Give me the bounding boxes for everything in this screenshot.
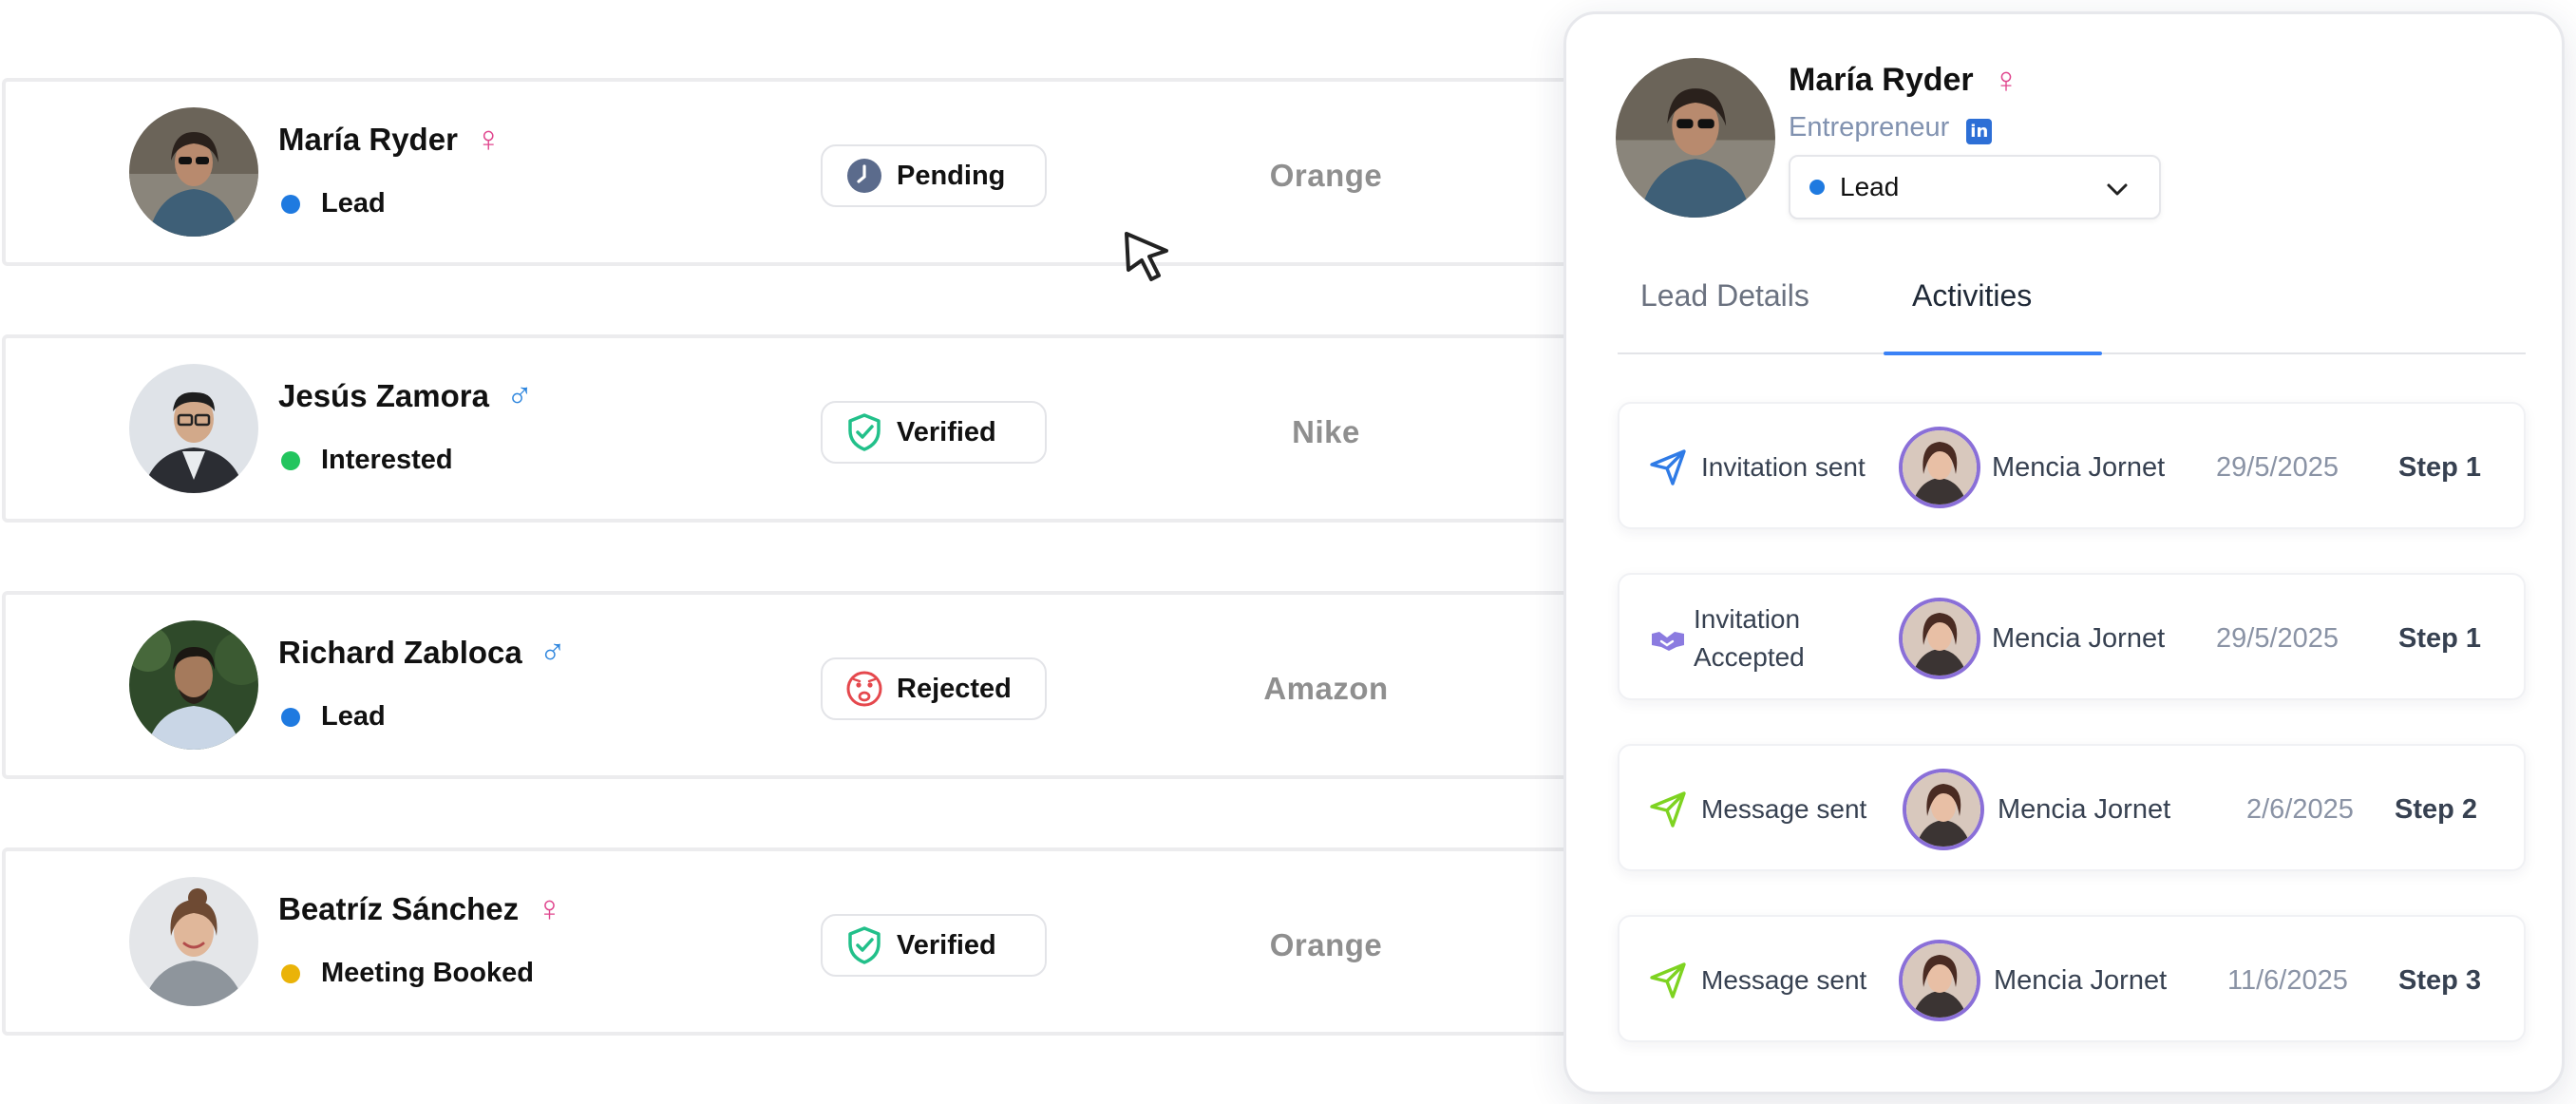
contact-status: Meeting Booked (281, 958, 534, 989)
female-icon: ♀ (536, 889, 563, 929)
activity-item: Message sent Mencia Jornet 11/6/2025 Ste… (1618, 915, 2526, 1042)
lead-name: María Ryder (1789, 62, 1974, 98)
activity-step: Step 3 (2398, 964, 2482, 996)
status-label: Lead (321, 188, 386, 219)
verification-label: Verified (897, 929, 996, 961)
avatar (129, 364, 258, 493)
lead-name-group: María Ryder ♀ (1789, 62, 2019, 99)
verification-badge: Verified (821, 914, 1047, 977)
shield-check-icon (845, 413, 883, 451)
lead-status-select[interactable]: Lead (1789, 155, 2161, 219)
contact-name-group: Jesús Zamora ♂ (278, 378, 533, 414)
status-label: Lead (321, 701, 386, 732)
activity-date: 29/5/2025 (2216, 622, 2339, 654)
shield-check-icon (845, 926, 883, 964)
activity-date: 2/6/2025 (2246, 793, 2354, 825)
activity-step: Step 2 (2395, 793, 2478, 825)
avatar (129, 877, 258, 1006)
activity-item: Invitation sent Mencia Jornet 29/5/2025 … (1618, 402, 2526, 529)
handshake-icon (1648, 619, 1688, 658)
activity-label-line: Accepted (1694, 642, 1805, 672)
verification-badge: Verified (821, 401, 1047, 464)
contact-name[interactable]: Richard Zabloca (278, 635, 522, 671)
contact-name-group: Beatríz Sánchez ♀ (278, 891, 563, 927)
activity-user: Mencia Jornet (1998, 793, 2171, 825)
activity-label: Invitation sent (1701, 404, 1866, 531)
send-icon (1648, 447, 1688, 487)
status-dot (1809, 180, 1825, 195)
tab-activities[interactable]: Activities (1912, 278, 2032, 314)
avatar (1899, 940, 1980, 1021)
company-name: Orange (1269, 927, 1383, 962)
activity-user: Mencia Jornet (1994, 964, 2168, 996)
verification-label: Rejected (897, 673, 1012, 704)
message-send-icon (1648, 961, 1688, 1000)
message-send-icon (1648, 790, 1688, 829)
activity-label-line: Message sent (1701, 965, 1867, 995)
female-icon: ♀ (474, 120, 502, 160)
activity-item: Message sent Mencia Jornet 2/6/2025 Step… (1618, 744, 2526, 871)
verification-badge: Pending (821, 144, 1047, 207)
contact-status: Lead (281, 188, 386, 219)
contact-status: Lead (281, 701, 386, 733)
avatar (1616, 58, 1775, 218)
avatar (1899, 427, 1980, 508)
activity-label-line: Message sent (1701, 794, 1867, 824)
verification-badge: Rejected (821, 657, 1047, 720)
male-icon: ♂ (539, 633, 567, 673)
lead-role-group: Entrepreneur in (1789, 111, 1993, 144)
avatar (1903, 769, 1984, 850)
status-label: Meeting Booked (321, 958, 534, 988)
status-dot (281, 963, 300, 983)
activity-step: Step 1 (2398, 622, 2482, 654)
activity-label: Message sent (1701, 917, 1866, 1044)
active-tab-indicator (1884, 352, 2102, 355)
company-name: Nike (1292, 414, 1360, 449)
contact-name-group: Richard Zabloca ♂ (278, 635, 566, 671)
activity-step: Step 1 (2398, 451, 2482, 483)
verification-label: Pending (897, 160, 1006, 191)
male-icon: ♂ (505, 376, 534, 416)
verification-label: Verified (897, 416, 996, 447)
status-dot (281, 707, 300, 727)
mouse-cursor-icon (1121, 228, 1178, 285)
activity-label: Invitation Accepted (1694, 575, 1805, 702)
chevron-down-icon (2104, 176, 2131, 202)
lead-role: Entrepreneur (1789, 112, 1950, 143)
activity-user: Mencia Jornet (1992, 451, 2166, 483)
contact-row[interactable]: Jesús Zamora ♂ Interested Verified Nike (2, 334, 1598, 523)
activity-user: Mencia Jornet (1992, 622, 2166, 654)
avatar (129, 620, 258, 750)
status-dot (281, 450, 300, 470)
tab-lead-details[interactable]: Lead Details (1640, 278, 1809, 314)
activity-date: 29/5/2025 (2216, 451, 2339, 483)
contact-row[interactable]: Beatríz Sánchez ♀ Meeting Booked Verifie… (2, 847, 1598, 1036)
panel-tabs: Lead Details Activities (1618, 263, 2526, 355)
company-name: Orange (1269, 158, 1383, 193)
company-name: Amazon (1263, 671, 1389, 706)
contact-status: Interested (281, 445, 453, 476)
avatar (1899, 598, 1980, 679)
contact-row[interactable]: María Ryder ♀ Lead Pending Orange (2, 78, 1598, 266)
contact-name[interactable]: Beatríz Sánchez (278, 891, 519, 927)
activity-label-line: Invitation sent (1701, 452, 1866, 482)
clock-icon (845, 157, 883, 195)
linkedin-icon[interactable]: in (1966, 119, 1993, 144)
status-label: Interested (321, 445, 453, 475)
activity-item: Invitation Accepted Mencia Jornet 29/5/2… (1618, 573, 2526, 700)
contact-row[interactable]: Richard Zabloca ♂ Lead Rejected Amazon (2, 591, 1598, 779)
status-dot (281, 194, 300, 214)
contact-name-group: María Ryder ♀ (278, 122, 502, 158)
activity-date: 11/6/2025 (2227, 964, 2348, 996)
contact-name[interactable]: Jesús Zamora (278, 378, 489, 414)
activity-label: Message sent (1701, 746, 1866, 873)
activity-label-line: Invitation (1694, 604, 1801, 634)
contact-name[interactable]: María Ryder (278, 122, 458, 158)
avatar (129, 107, 258, 237)
status-select-value: Lead (1840, 172, 1900, 201)
female-icon: ♀ (1992, 60, 2020, 101)
lead-detail-panel: María Ryder ♀ Entrepreneur in Lead Lead … (1563, 11, 2565, 1094)
sad-face-icon (845, 670, 883, 708)
